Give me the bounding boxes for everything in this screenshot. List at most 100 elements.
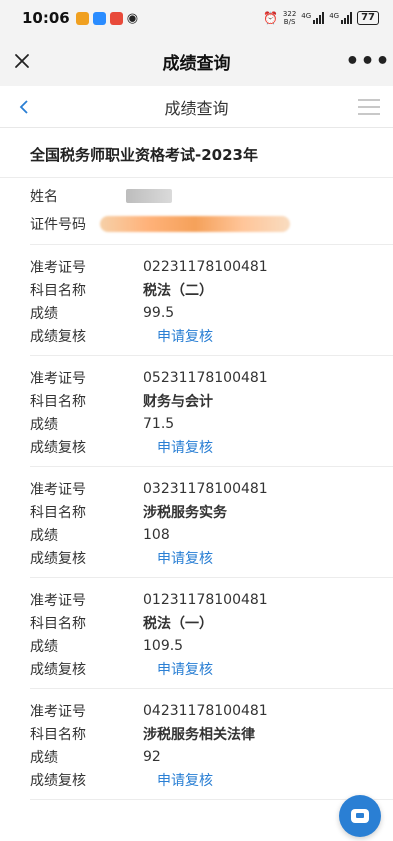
apply-review-link[interactable]: 申请复核 (143, 548, 213, 568)
back-button[interactable] (0, 99, 48, 114)
apply-review-link[interactable]: 申请复核 (143, 437, 213, 457)
net-speed: 322 B/S (283, 10, 296, 26)
score-value: 108 (143, 526, 170, 543)
more-icon: ••• (345, 48, 391, 74)
score-row: 成绩 92 (30, 745, 393, 768)
score-label: 成绩 (30, 305, 58, 322)
score-label: 成绩 (30, 638, 58, 655)
results-list: 准考证号 02231178100481 科目名称 税法（二） 成绩 99.5 成… (0, 245, 393, 800)
redacted-name (126, 189, 172, 203)
title-bar: 成绩查询 ••• (0, 36, 393, 86)
result-card: 准考证号 03231178100481 科目名称 涉税服务实务 成绩 108 成… (30, 467, 393, 578)
subject-label: 科目名称 (30, 615, 86, 632)
ticket-label: 准考证号 (30, 481, 86, 498)
score-label: 成绩 (30, 749, 58, 766)
result-card: 准考证号 04231178100481 科目名称 涉税服务相关法律 成绩 92 … (30, 689, 393, 800)
review-row: 成绩复核 申请复核 (30, 546, 393, 569)
signal-icon: 4G (329, 12, 353, 24)
subject-row: 科目名称 涉税服务相关法律 (30, 722, 393, 745)
review-row: 成绩复核 申请复核 (30, 435, 393, 458)
ticket-label: 准考证号 (30, 703, 86, 720)
review-row: 成绩复核 申请复核 (30, 657, 393, 680)
result-card: 准考证号 01231178100481 科目名称 税法（一） 成绩 109.5 … (30, 578, 393, 689)
ticket-value: 02231178100481 (143, 258, 268, 275)
page-header: 成绩查询 (0, 86, 393, 128)
net-speed-unit: B/S (283, 18, 296, 26)
score-label: 成绩 (30, 527, 58, 544)
battery-icon: 77 (357, 11, 379, 25)
chevron-left-icon (19, 99, 28, 114)
app-notification-icon (92, 11, 106, 25)
alarm-icon: ⏰ (262, 11, 278, 25)
name-row: 姓名 (30, 182, 393, 210)
ticket-value: 03231178100481 (143, 480, 268, 497)
apply-review-link[interactable]: 申请复核 (143, 326, 213, 346)
personal-info: 姓名 证件号码 (30, 178, 393, 245)
status-indicators: ⏰ 322 B/S 4G 4G 77 (263, 10, 379, 26)
ticket-label: 准考证号 (30, 370, 86, 387)
ticket-row: 准考证号 02231178100481 (30, 255, 393, 278)
close-button[interactable] (0, 36, 44, 86)
chat-icon (351, 809, 369, 823)
score-value: 109.5 (143, 637, 184, 654)
review-label: 成绩复核 (30, 328, 86, 345)
score-value: 71.5 (143, 415, 175, 432)
review-label: 成绩复核 (30, 661, 86, 678)
ticket-value: 01231178100481 (143, 591, 268, 608)
page-title: 成绩查询 (164, 98, 229, 118)
app-notification-icon (109, 11, 123, 25)
notification-icons: ◉ (75, 10, 139, 26)
ticket-row: 准考证号 03231178100481 (30, 477, 393, 500)
name-label: 姓名 (30, 189, 58, 205)
subject-row: 科目名称 财务与会计 (30, 389, 393, 412)
subject-value: 税法（一） (143, 615, 213, 632)
eye-icon: ◉ (126, 10, 139, 26)
review-label: 成绩复核 (30, 772, 86, 789)
result-card: 准考证号 02231178100481 科目名称 税法（二） 成绩 99.5 成… (30, 245, 393, 356)
subject-label: 科目名称 (30, 726, 86, 743)
subject-value: 涉税服务实务 (143, 504, 227, 521)
window-title: 成绩查询 (162, 53, 231, 74)
close-icon (15, 54, 29, 68)
subject-label: 科目名称 (30, 393, 86, 410)
chat-button[interactable] (339, 795, 381, 837)
score-value: 92 (143, 748, 161, 765)
ticket-row: 准考证号 05231178100481 (30, 366, 393, 389)
exam-title: 全国税务师职业资格考试-2023年 (0, 128, 393, 178)
menu-button[interactable] (345, 86, 393, 128)
more-button[interactable]: ••• (343, 36, 393, 86)
result-card: 准考证号 05231178100481 科目名称 财务与会计 成绩 71.5 成… (30, 356, 393, 467)
subject-label: 科目名称 (30, 282, 86, 299)
score-label: 成绩 (30, 416, 58, 433)
ticket-row: 准考证号 01231178100481 (30, 588, 393, 611)
hamburger-menu-icon (358, 98, 380, 101)
review-row: 成绩复核 申请复核 (30, 768, 393, 791)
redacted-id-number (100, 216, 290, 232)
ticket-label: 准考证号 (30, 592, 86, 609)
review-label: 成绩复核 (30, 550, 86, 567)
apply-review-link[interactable]: 申请复核 (143, 659, 213, 679)
ticket-value: 05231178100481 (143, 369, 268, 386)
score-row: 成绩 99.5 (30, 301, 393, 324)
ticket-value: 04231178100481 (143, 702, 268, 719)
id-row: 证件号码 (30, 210, 393, 238)
apply-review-link[interactable]: 申请复核 (143, 770, 213, 790)
subject-label: 科目名称 (30, 504, 86, 521)
ticket-label: 准考证号 (30, 259, 86, 276)
subject-row: 科目名称 涉税服务实务 (30, 500, 393, 523)
net-speed-value: 322 (282, 10, 297, 18)
subject-value: 财务与会计 (143, 393, 213, 410)
app-notification-icon (75, 11, 89, 25)
review-label: 成绩复核 (30, 439, 86, 456)
score-row: 成绩 109.5 (30, 634, 393, 657)
subject-value: 涉税服务相关法律 (143, 726, 255, 743)
subject-value: 税法（二） (143, 282, 213, 299)
status-time: 10:06 (22, 9, 70, 27)
score-row: 成绩 108 (30, 523, 393, 546)
subject-row: 科目名称 税法（一） (30, 611, 393, 634)
signal-label: 4G (301, 12, 312, 20)
subject-row: 科目名称 税法（二） (30, 278, 393, 301)
signal-icon: 4G (301, 12, 325, 24)
review-row: 成绩复核 申请复核 (30, 324, 393, 347)
status-bar: 10:06 ◉ ⏰ 322 B/S 4G 4G 77 (0, 0, 393, 36)
